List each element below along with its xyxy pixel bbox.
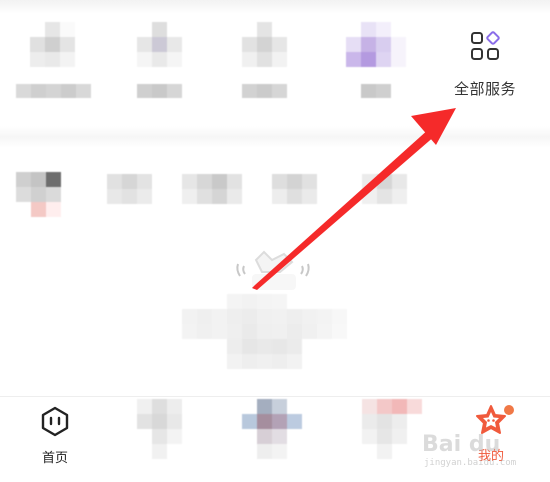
watermark-url: jingyan.baidu.com <box>424 458 517 468</box>
home-speech-bubble-icon <box>41 406 69 437</box>
notification-dot <box>504 405 514 415</box>
tab-home[interactable]: 首页 <box>22 405 88 466</box>
tab-home-label: 首页 <box>41 451 68 466</box>
blurred-tab[interactable] <box>137 399 182 459</box>
watermark-logo: Bai du <box>422 432 501 457</box>
blurred-tab[interactable] <box>242 399 302 459</box>
